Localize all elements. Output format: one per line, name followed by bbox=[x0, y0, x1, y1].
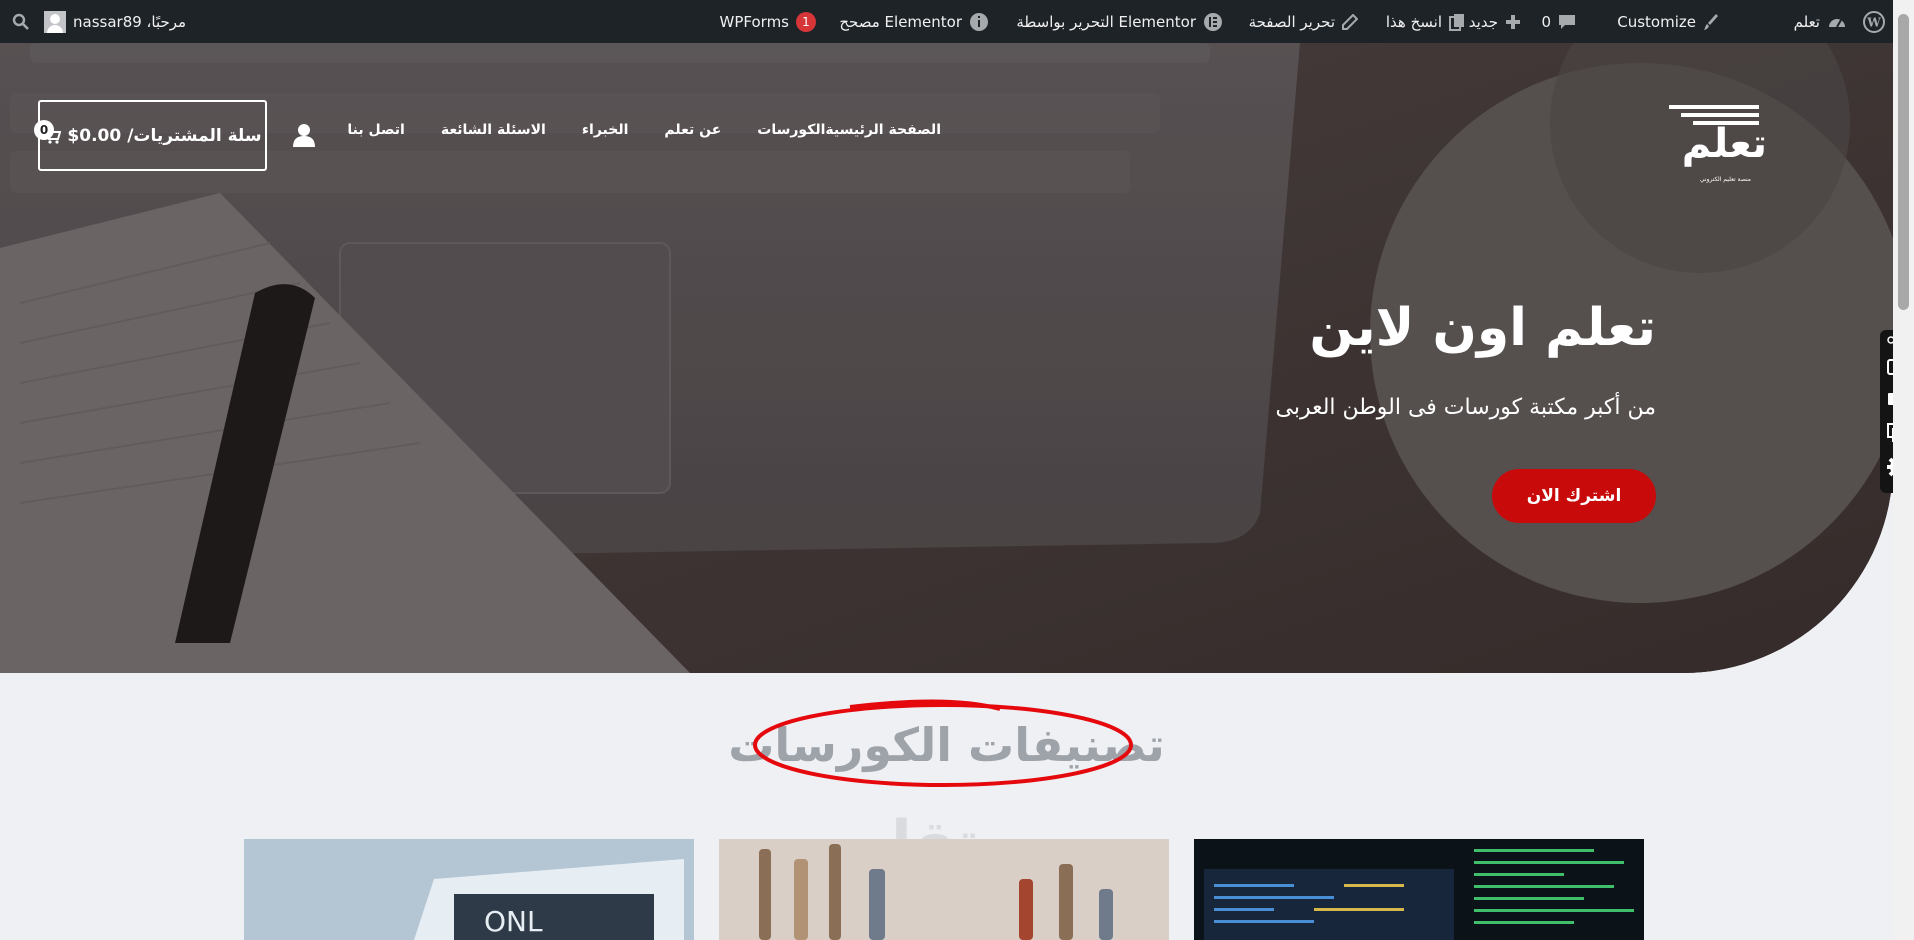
wordpress-logo[interactable]: W bbox=[1863, 0, 1885, 43]
new-content-link[interactable]: جديد bbox=[1469, 0, 1521, 43]
nav-home[interactable]: الصفحة الرئيسية bbox=[825, 122, 941, 138]
scrollbar-thumb[interactable] bbox=[1898, 14, 1909, 310]
logo-subtitle: منصة تعليم الكتروني bbox=[1699, 176, 1751, 183]
cart-count-badge: 0 bbox=[34, 120, 54, 140]
dashboard-icon bbox=[1829, 18, 1845, 27]
plus-icon bbox=[1506, 14, 1520, 29]
nav-experts[interactable]: الخبراء bbox=[582, 122, 629, 138]
pencil-icon bbox=[1342, 13, 1358, 30]
hero-subtitle: من أكبر مكتبة كورسات فى الوطن العربى bbox=[1275, 395, 1657, 420]
site-name-link[interactable]: تعلم bbox=[1794, 0, 1847, 43]
customize-label: Customize bbox=[1617, 12, 1696, 31]
nav-contact[interactable]: اتصل بنا bbox=[347, 122, 404, 138]
page-scrollbar[interactable] bbox=[1893, 0, 1914, 940]
wpforms-link[interactable]: WPForms 1 bbox=[720, 0, 816, 43]
nav-courses[interactable]: الكورسات bbox=[757, 122, 825, 138]
hero-overlay bbox=[0, 43, 1893, 673]
card-image bbox=[1194, 839, 1644, 940]
copy-link[interactable]: انسخ هذا bbox=[1386, 0, 1465, 43]
copy-icon bbox=[1449, 13, 1464, 31]
comments-count: 0 bbox=[1541, 12, 1551, 31]
new-label: جديد bbox=[1468, 12, 1498, 31]
cart-button[interactable]: سلة المشتريات/ $0.00 0 bbox=[34, 100, 267, 171]
brush-icon bbox=[1704, 13, 1718, 30]
greeting-label: مرحبًا، nassar89 bbox=[73, 12, 187, 31]
search-icon bbox=[12, 13, 29, 30]
my-account-link[interactable]: مرحبًا، nassar89 bbox=[44, 0, 186, 43]
wpforms-notification-badge: 1 bbox=[796, 11, 816, 32]
edit-page-label: تحرير الصفحة bbox=[1248, 12, 1335, 31]
user-icon bbox=[293, 124, 315, 147]
hero-title: تعلم اون لاين bbox=[1309, 298, 1656, 358]
site-name-label: تعلم bbox=[1793, 12, 1820, 31]
elementor-edit-label: التحرير بواسطة Elementor bbox=[1016, 12, 1196, 31]
info-icon bbox=[970, 12, 988, 31]
cart-total: $0.00 bbox=[67, 125, 122, 146]
svg-text:ONL: ONL bbox=[484, 905, 543, 938]
course-category-card[interactable]: ONL bbox=[244, 839, 694, 940]
wordpress-icon: W bbox=[1863, 10, 1885, 33]
subscribe-button[interactable]: اشترك الان bbox=[1492, 469, 1656, 523]
copy-label: انسخ هذا bbox=[1385, 12, 1442, 31]
highlight-annotation bbox=[753, 699, 1133, 787]
wpforms-label: WPForms bbox=[719, 12, 789, 31]
comment-icon bbox=[1559, 14, 1575, 29]
nav-about[interactable]: عن تعلم bbox=[664, 122, 721, 138]
search-button[interactable] bbox=[12, 0, 30, 43]
course-category-card[interactable] bbox=[719, 839, 1169, 940]
card-image bbox=[719, 839, 1169, 940]
elementor-icon bbox=[1204, 12, 1222, 31]
elementor-edit-link[interactable]: التحرير بواسطة Elementor bbox=[1016, 0, 1223, 43]
svg-text:W: W bbox=[1866, 15, 1881, 29]
card-image: ONL bbox=[244, 839, 694, 940]
hero-section: تعلم منصة تعليم الكتروني الصفحة الرئيسية… bbox=[0, 43, 1893, 673]
cart-label: سلة المشتريات/ bbox=[127, 125, 262, 146]
site-logo[interactable]: تعلم منصة تعليم الكتروني bbox=[1659, 101, 1767, 183]
customize-link[interactable]: Customize bbox=[1617, 0, 1719, 43]
nav-faq[interactable]: الاسئلة الشائعة bbox=[441, 122, 546, 138]
avatar bbox=[44, 10, 66, 33]
edit-page-link[interactable]: تحرير الصفحة bbox=[1249, 0, 1358, 43]
elementor-debugger-link[interactable]: مصحح Elementor bbox=[839, 0, 989, 43]
comments-link[interactable]: 0 bbox=[1541, 0, 1576, 43]
admin-bar: W تعلم Customize 0 جديد انسخ هذا تحرير ا… bbox=[0, 0, 1893, 43]
logo-text: تعلم bbox=[1681, 121, 1767, 167]
course-category-card[interactable] bbox=[1194, 839, 1644, 940]
main-navigation: الصفحة الرئيسية الكورسات عن تعلم الخبراء… bbox=[311, 122, 941, 138]
account-button[interactable] bbox=[292, 123, 316, 147]
elementor-debugger-label: مصحح Elementor bbox=[839, 12, 962, 31]
